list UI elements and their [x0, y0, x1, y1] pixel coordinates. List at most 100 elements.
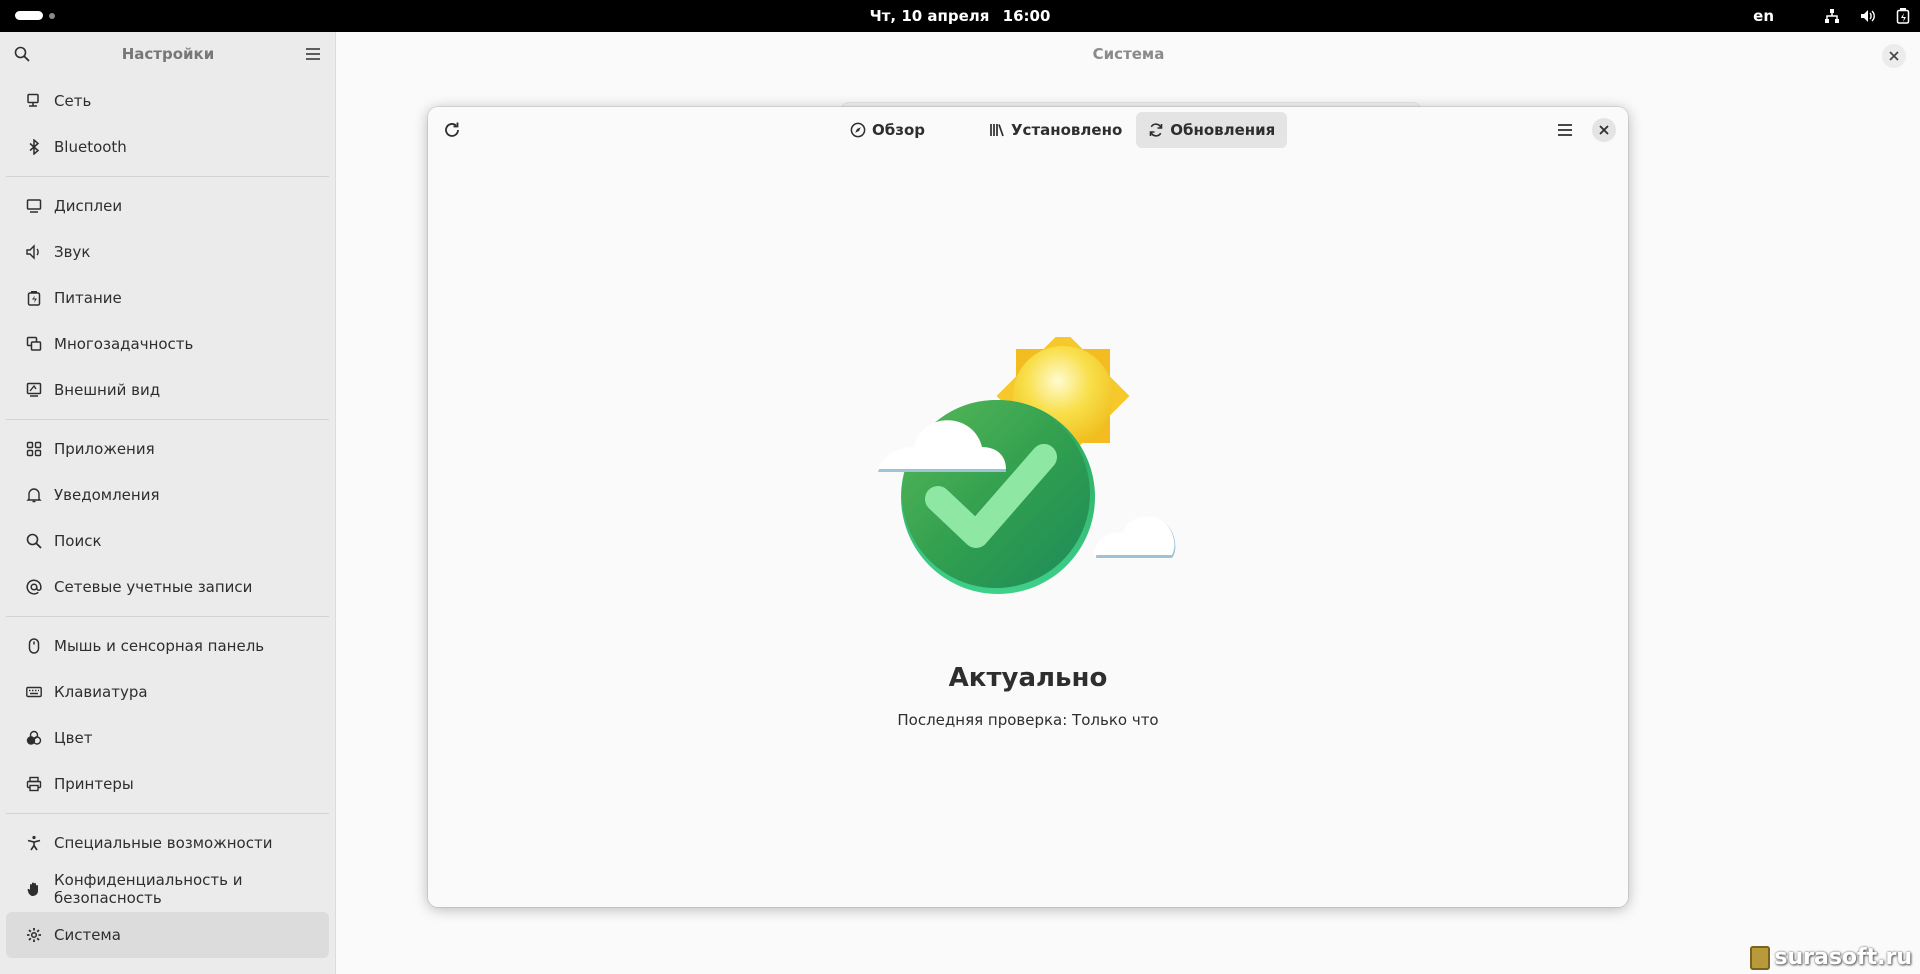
- sidebar-item-label: Принтеры: [54, 775, 134, 793]
- sidebar-item-label: Дисплеи: [54, 197, 123, 215]
- sidebar-item-sound[interactable]: Звук: [6, 229, 329, 275]
- keyboard-layout-indicator[interactable]: en: [1753, 7, 1774, 25]
- sidebar-item-mouse[interactable]: Мышь и сенсорная панель: [6, 623, 329, 669]
- sidebar-item-printers[interactable]: Принтеры: [6, 761, 329, 807]
- sidebar-item-power[interactable]: Питание: [6, 275, 329, 321]
- sidebar-group-connectivity: Сеть Bluetooth: [0, 78, 335, 170]
- sidebar-item-label: Система: [54, 926, 121, 944]
- mouse-icon: [26, 638, 42, 654]
- display-icon: [26, 198, 42, 214]
- sidebar-title: Настройки: [121, 45, 215, 63]
- sidebar-group-apps: Приложения Уведомления Поиск Сетевые уче…: [0, 426, 335, 610]
- sidebar-item-label: Сеть: [54, 92, 92, 110]
- sidebar-item-network[interactable]: Сеть: [6, 78, 329, 124]
- sidebar-item-accessibility[interactable]: Специальные возможности: [6, 820, 329, 866]
- sidebar-item-label: Внешний вид: [54, 381, 161, 399]
- sidebar-item-label: Уведомления: [54, 486, 160, 504]
- at-icon: [26, 579, 42, 595]
- sidebar-item-keyboard[interactable]: Клавиатура: [6, 669, 329, 715]
- software-updates-dialog: Обзор Установлено Обновления Актуально П…: [428, 107, 1628, 907]
- sidebar-item-color[interactable]: Цвет: [6, 715, 329, 761]
- sidebar-item-search[interactable]: Поиск: [6, 518, 329, 564]
- sidebar-separator: [6, 176, 329, 177]
- status-title: Актуально: [948, 663, 1108, 693]
- cloud-right: [1094, 516, 1176, 558]
- close-icon: [1599, 125, 1609, 135]
- clock-date: Чт, 10 апреля: [869, 7, 990, 25]
- watermark-text: surasoft.ru: [1774, 945, 1912, 970]
- view-switcher: Обзор Установлено Обновления: [838, 112, 1297, 148]
- settings-sidebar: Настройки Сеть Bluetooth Дисплеи Звук Пи…: [0, 32, 336, 974]
- sidebar-item-label: Приложения: [54, 440, 155, 458]
- volume-icon: [1861, 10, 1875, 22]
- clock-time: 16:00: [1002, 7, 1051, 25]
- sidebar-separator: [6, 419, 329, 420]
- gear-icon: [26, 927, 42, 943]
- clock[interactable]: Чт, 10 апреля 16:00: [0, 0, 1920, 32]
- dialog-header-bar: Обзор Установлено Обновления: [428, 107, 1628, 153]
- sidebar-item-label: Цвет: [54, 729, 93, 747]
- sidebar-separator: [6, 616, 329, 617]
- sidebar-item-displays[interactable]: Дисплеи: [6, 183, 329, 229]
- sidebar-item-appearance[interactable]: Внешний вид: [6, 367, 329, 413]
- sidebar-item-system[interactable]: Система: [6, 912, 329, 958]
- sidebar-header: Настройки: [0, 32, 335, 78]
- sidebar-item-label: Специальные возможности: [54, 834, 273, 852]
- sidebar-item-apps[interactable]: Приложения: [6, 426, 329, 472]
- system-tray[interactable]: en: [1753, 0, 1910, 32]
- battery-icon: [1896, 8, 1910, 24]
- sidebar-item-label: Звук: [54, 243, 91, 261]
- sidebar-item-label: Многозадачность: [54, 335, 194, 353]
- sidebar-item-label: Питание: [54, 289, 122, 307]
- sidebar-item-label: Поиск: [54, 532, 102, 550]
- sidebar-item-notifications[interactable]: Уведомления: [6, 472, 329, 518]
- sidebar-item-label: Bluetooth: [54, 138, 127, 156]
- sound-icon: [26, 244, 42, 260]
- sidebar-group-hardware: Мышь и сенсорная панель Клавиатура Цвет …: [0, 623, 335, 807]
- sidebar-item-privacy[interactable]: Конфиденциальность и безопасность: [6, 866, 329, 912]
- sidebar-item-label: Мышь и сенсорная панель: [54, 637, 265, 655]
- dialog-close-button[interactable]: [1592, 118, 1616, 142]
- tab-label: Обзор: [872, 121, 925, 139]
- up-to-date-illustration: [878, 337, 1176, 594]
- top-bar: Чт, 10 апреля 16:00 en: [0, 0, 1920, 32]
- tab-updates[interactable]: Обновления: [1136, 112, 1288, 148]
- tab-explore[interactable]: Обзор: [838, 112, 937, 148]
- sidebar-separator: [6, 813, 329, 814]
- sidebar-item-online-accounts[interactable]: Сетевые учетные записи: [6, 564, 329, 610]
- wired-network-icon: [1825, 9, 1839, 23]
- appearance-icon: [26, 382, 42, 398]
- keyboard-icon: [26, 684, 42, 700]
- tab-installed[interactable]: Установлено: [977, 112, 1134, 148]
- window-close-button[interactable]: [1882, 44, 1906, 68]
- network-icon: [26, 93, 42, 109]
- bluetooth-icon: [26, 139, 42, 155]
- sidebar-item-multitasking[interactable]: Многозадачность: [6, 321, 329, 367]
- last-checked-text: Последняя проверка: Только что: [897, 711, 1159, 729]
- watermark: surasoft.ru: [1750, 945, 1912, 970]
- printer-icon: [26, 776, 42, 792]
- compass-icon: [850, 122, 866, 138]
- accessibility-icon: [26, 835, 42, 851]
- page-title: Система: [1092, 45, 1165, 63]
- sidebar-group-system: Специальные возможности Конфиденциальнос…: [0, 820, 335, 958]
- hamburger-menu-icon[interactable]: [305, 47, 321, 61]
- tab-label: Установлено: [1010, 121, 1123, 139]
- refresh-button[interactable]: [442, 120, 462, 140]
- seal-icon: [1750, 945, 1771, 970]
- hamburger-menu-icon: [1558, 124, 1572, 136]
- power-icon: [26, 290, 42, 306]
- color-icon: [26, 730, 42, 746]
- sidebar-item-label: Клавиатура: [54, 683, 148, 701]
- bell-icon: [26, 487, 42, 503]
- multitasking-icon: [26, 336, 42, 352]
- apps-icon: [26, 441, 42, 457]
- sidebar-group-device: Дисплеи Звук Питание Многозадачность Вне…: [0, 183, 335, 413]
- sync-icon: [1149, 123, 1163, 137]
- sidebar-item-bluetooth[interactable]: Bluetooth: [6, 124, 329, 170]
- library-icon: [990, 124, 1004, 137]
- close-icon: [1889, 51, 1899, 61]
- hand-icon: [26, 881, 42, 897]
- sidebar-item-label: Конфиденциальность и безопасность: [54, 871, 243, 907]
- main-menu-button[interactable]: [1554, 119, 1576, 141]
